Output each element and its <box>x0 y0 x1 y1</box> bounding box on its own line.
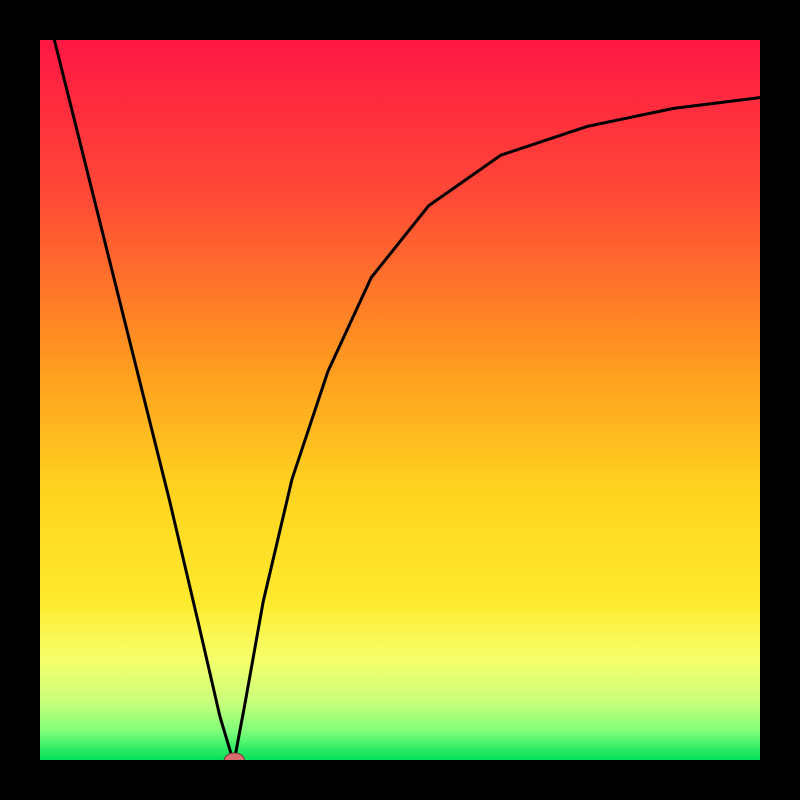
watermark-slot: TheBottleneck.com <box>550 6 756 32</box>
frame-left <box>0 0 40 800</box>
watermark-text: TheBottleneck.com <box>550 6 756 31</box>
frame-bottom <box>0 760 800 800</box>
gradient-background <box>40 40 760 760</box>
chart-svg <box>0 0 800 800</box>
chart-stage: TheBottleneck.com <box>0 0 800 800</box>
frame-right <box>760 0 800 800</box>
